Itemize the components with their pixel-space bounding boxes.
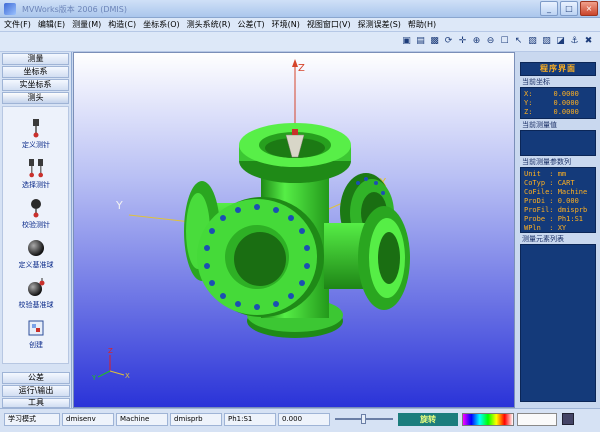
color-preview [517,413,557,426]
menu-probe-system[interactable]: 测头系统(R) [187,19,231,30]
element-list-box[interactable] [520,244,596,402]
print-icon[interactable]: ▤ [415,35,426,47]
menu-probe-error[interactable]: 探测误差(S) [358,19,401,30]
menu-edit[interactable]: 编辑(E) [38,19,65,30]
section-measure[interactable]: 测量 [2,53,69,65]
select-icon[interactable]: ↖ [513,35,524,47]
menu-environment[interactable]: 环境(N) [272,19,300,30]
probe-icon[interactable]: ⚓ [569,35,580,47]
menu-bar: 文件(F) 编辑(E) 测量(M) 构造(C) 坐标系(O) 测头系统(R) 公… [0,18,600,32]
section-tools[interactable]: 工具 [2,398,70,408]
save-icon[interactable]: ▣ [401,35,412,47]
create-icon [25,317,47,339]
status-mode: 学习模式 [4,413,60,426]
menu-coordinate-system[interactable]: 坐标系(O) [143,19,180,30]
zoom-window-icon[interactable]: ▩ [429,35,440,47]
maximize-button[interactable]: □ [560,1,578,16]
probe-calibrate-icon [25,197,47,219]
measure-params-caption: 当前测量参数列 [522,158,571,166]
probe-define-icon [25,117,47,139]
current-measured-caption: 当前测量值 [522,121,557,129]
delete-icon[interactable]: ✖ [583,35,594,47]
tool-select-probe[interactable]: 选择测针 [3,157,69,190]
menu-file[interactable]: 文件(F) [4,19,31,30]
status-value: 0.000 [278,413,330,426]
left-panel: 测量 坐标系 实坐标系 测头 定义测针 选择测针 校验测针 定义基准球 校验基准… [0,52,72,408]
coord-y: Y: 0.0000 [524,99,579,107]
zoom-in-icon[interactable]: ⊕ [471,35,482,47]
menu-tolerance[interactable]: 公差(T) [237,19,264,30]
svg-text:Y: Y [91,374,97,382]
menu-help[interactable]: 帮助(H) [408,19,436,30]
tool-define-reference-sphere[interactable]: 定义基准球 [3,237,69,270]
current-coords-box: X: 0.0000 Y: 0.0000 Z: 0.0000 [520,87,596,119]
status-coord-system: Machine [116,413,168,426]
tool-calibrate-reference-sphere[interactable]: 校验基准球 [3,277,69,310]
section-probe[interactable]: 测头 [2,92,69,104]
window-title: MVWorks版本 2006 (DMIS) [22,5,127,14]
svg-text:X: X [125,372,130,380]
app-icon [4,3,16,15]
menu-construct[interactable]: 构造(C) [108,19,136,30]
3d-scene[interactable]: Z Y X [74,53,514,407]
color-spectrum[interactable] [462,413,514,426]
view-iso-icon[interactable]: ◪ [555,35,566,47]
section-tolerance[interactable]: 公差 [2,372,70,384]
probe-select-icon [25,157,47,179]
status-probe-file: dmisprb [170,413,222,426]
sphere-define-icon [25,237,47,259]
status-env: dmisenv [62,413,114,426]
view-front-icon[interactable]: ▧ [527,35,538,47]
rotate-button[interactable]: 旋转 [398,413,458,426]
right-panel: 程序界面 当前坐标 X: 0.0000 Y: 0.0000 Z: 0.0000 当前… [516,52,600,408]
status-slider-thumb[interactable] [361,414,366,424]
section-run-output[interactable]: 运行\输出 [2,385,70,397]
zoom-out-icon[interactable]: ⊖ [485,35,496,47]
tool-calibrate-probe[interactable]: 校验测针 [3,197,69,230]
measure-params-box: Unit : mm CoTyp : CART CoFile: Machine ProD… [520,167,596,233]
coord-x: X: 0.0000 [524,90,579,98]
close-button[interactable]: × [580,1,598,16]
element-list-caption: 测量元素列表 [522,235,564,243]
section-coordinate-system[interactable]: 坐标系 [2,66,69,78]
y-axis-label: Y [115,199,123,212]
current-measured-box [520,130,596,156]
status-bar: 学习模式 dmisenv Machine dmisprb Ph1:S1 0.00… [0,408,600,432]
tool-define-probe[interactable]: 定义测针 [3,117,69,150]
tool-create[interactable]: 创建 [3,317,69,350]
z-axis-label: Z [298,63,305,74]
toolbar: ▣ ▤ ▩ ⟳ ✛ ⊕ ⊖ ☐ ↖ ▧ ▨ ◪ ⚓ ✖ [0,32,600,52]
window-controls: _ □ × [540,1,598,16]
rotate-icon[interactable]: ⟳ [443,35,454,47]
svg-text:Z: Z [108,347,113,355]
view-top-icon[interactable]: ▨ [541,35,552,47]
program-interface-header: 程序界面 [520,62,596,76]
status-probe: Ph1:S1 [224,413,276,426]
coord-z: Z: 0.0000 [524,108,579,116]
title-bar: MVWorks版本 2006 (DMIS) _ □ × [0,0,600,18]
resize-grip-icon [562,413,574,425]
probe-tool-list: 定义测针 选择测针 校验测针 定义基准球 校验基准球 创建 [2,106,69,364]
current-coords-caption: 当前坐标 [522,78,550,86]
section-real-coordinate-system[interactable]: 实坐标系 [2,79,69,91]
menu-measure[interactable]: 测量(M) [72,19,101,30]
minimize-button[interactable]: _ [540,1,558,16]
pan-icon[interactable]: ✛ [457,35,468,47]
fit-icon[interactable]: ☐ [499,35,510,47]
sphere-calibrate-icon [25,277,47,299]
3d-viewport[interactable]: Z Y X [73,52,515,408]
menu-view-window[interactable]: 视图窗口(V) [307,19,351,30]
